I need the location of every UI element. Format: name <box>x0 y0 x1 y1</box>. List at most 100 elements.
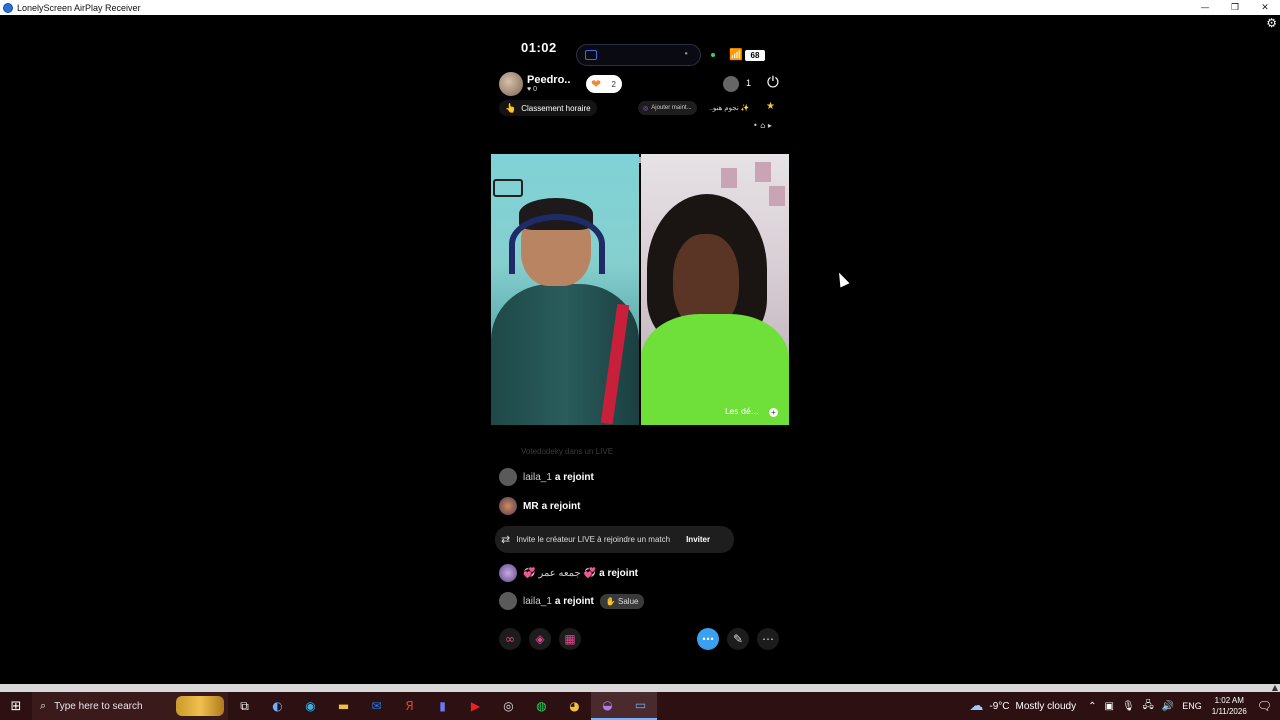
mouse-cursor-icon <box>834 270 850 288</box>
chat-avatar[interactable] <box>499 468 517 486</box>
lonelyscreen-taskbar-icon[interactable]: ▭ <box>624 692 657 720</box>
obs-icon[interactable]: ◎ <box>492 692 525 720</box>
chat-user[interactable]: MR <box>523 501 539 512</box>
more-options-icon[interactable]: ⋯ <box>757 628 779 650</box>
wifi-icon: 📶 <box>729 48 743 61</box>
youtube-icon[interactable]: ▶ <box>459 692 492 720</box>
add-icon: ◎ <box>643 105 649 112</box>
viewer-avatar-icon[interactable] <box>723 76 739 92</box>
match-battle-icon[interactable]: ◈ <box>529 628 551 650</box>
right-feed-label: Les dé... <box>725 407 759 416</box>
home-control-icon[interactable]: • ⌂ ▸ <box>753 121 772 130</box>
chat-text: a rejoint <box>541 500 581 512</box>
invite-button[interactable]: Inviter <box>686 535 710 544</box>
mic-indicator-icon <box>711 53 715 57</box>
taskbar-search-box[interactable]: ⌕ Type here to search <box>32 692 228 720</box>
file-explorer-icon[interactable]: ▬ <box>327 692 360 720</box>
microphone-icon[interactable]: 🎙 <box>1122 701 1135 712</box>
chat-message: laila_1 a rejoint ✋ Salue <box>499 592 645 610</box>
chat-user[interactable]: جمعه عمر <box>538 568 580 579</box>
chart-app-icon[interactable]: ▮ <box>426 692 459 720</box>
host-likes: ♥ 0 <box>527 86 537 93</box>
clock-date: 1/11/2026 <box>1211 707 1247 716</box>
weather-text[interactable]: Mostly cloudy <box>1016 701 1077 712</box>
wall-poster <box>721 168 737 188</box>
close-button[interactable]: ✕ <box>1250 0 1280 15</box>
horizontal-scrollbar[interactable]: ▲ <box>0 683 1280 692</box>
arabic-label-pill[interactable]: ..نجوم هنو ✨ <box>709 101 749 115</box>
live-host-row: Peedro.. ♥ 0 ❤ 2 1 ⏻ <box>499 72 789 98</box>
left-video-feed[interactable] <box>491 154 639 425</box>
gift-counter-button[interactable]: ❤ 2 <box>586 75 622 93</box>
chat-avatar[interactable] <box>499 497 517 515</box>
link-guest-icon[interactable]: ∞ <box>499 628 521 650</box>
wave-icon: ✋ <box>605 596 619 606</box>
apps-grid-icon[interactable]: ▦ <box>559 628 581 650</box>
system-tray: ☁ -9°C Mostly cloudy ⌃ ▣ 🎙 🖧 🔊 ENG 1:02 … <box>969 692 1280 720</box>
chat-text: a rejoint <box>554 595 594 607</box>
task-view-icon[interactable]: ⧉ <box>228 692 261 720</box>
dual-video-stream[interactable]: ‖ Les dé... + <box>491 154 789 425</box>
chrome-icon[interactable]: ◕ <box>558 692 591 720</box>
scroll-up-icon[interactable]: ▲ <box>1272 683 1278 692</box>
window-controls: — ❐ ✕ <box>1190 0 1280 15</box>
copilot-icon[interactable]: ◐ <box>261 692 294 720</box>
chat-user[interactable]: laila_1 <box>523 472 552 483</box>
phone-status-bar: 01:02 ● 📶 68 <box>491 38 789 66</box>
notification-center-icon[interactable]: 🗨 <box>1257 699 1272 713</box>
follow-plus-icon[interactable]: + <box>769 408 778 417</box>
chat-more-icon[interactable]: ⋯ <box>697 628 719 650</box>
battery-indicator: 68 <box>745 50 765 61</box>
outlook-icon[interactable]: ✉ <box>360 692 393 720</box>
hearts-icon: 💞 <box>583 567 597 579</box>
search-highlight-image <box>176 696 224 716</box>
language-indicator[interactable]: ENG <box>1182 701 1202 711</box>
chat-message: laila_1 a rejoint <box>499 468 594 486</box>
clock-time: 1:02 AM <box>1214 696 1244 705</box>
power-icon[interactable]: ⏻ <box>767 73 779 91</box>
network-icon[interactable]: 🖧 <box>1143 698 1154 715</box>
taskbar-clock[interactable]: 1:02 AM 1/11/2026 <box>1212 695 1247 717</box>
screen-mirror-icon <box>585 50 597 60</box>
host-avatar[interactable] <box>499 72 523 96</box>
chat-avatar[interactable] <box>499 564 517 582</box>
heart-gift-icon: ❤ <box>591 77 602 91</box>
salue-button[interactable]: ✋ Salue <box>599 593 645 609</box>
hand-icon: 👆 <box>505 102 517 113</box>
add-label: Ajouter maint... <box>651 105 692 111</box>
weather-temp[interactable]: -9°C <box>989 701 1009 712</box>
chat-message: MR a rejoint <box>499 497 580 515</box>
right-video-feed[interactable] <box>641 154 789 425</box>
restore-button[interactable]: ❐ <box>1220 0 1250 15</box>
discord-icon[interactable]: ◒ <box>591 692 624 720</box>
window-titlebar: LonelyScreen AirPlay Receiver — ❐ ✕ <box>0 0 1280 15</box>
chat-text: a rejoint <box>599 567 639 579</box>
minimize-button[interactable]: — <box>1190 0 1220 15</box>
host-name[interactable]: Peedro.. <box>527 74 570 86</box>
tray-app-icon[interactable]: ▣ <box>1104 701 1113 712</box>
split-divider-icon[interactable]: ‖ <box>633 156 647 166</box>
chat-avatar[interactable] <box>499 592 517 610</box>
hourly-ranking-pill[interactable]: 👆 Classement horaire <box>499 100 597 116</box>
app-icon <box>3 2 13 13</box>
yandex-icon[interactable]: Я <box>393 692 426 720</box>
volume-icon[interactable]: 🔊 <box>1162 701 1174 712</box>
headset <box>509 214 605 274</box>
arabic-label: ..نجوم هنو ✨ <box>709 105 750 112</box>
windows-start-icon[interactable]: ⊞ <box>0 692 32 720</box>
spotify-icon[interactable]: ◍ <box>525 692 558 720</box>
star-icon[interactable]: ★ <box>766 101 775 112</box>
invite-match-banner: ⇄ Invite le créateur LIVE à rejoindre un… <box>495 526 734 553</box>
background-shelf <box>493 179 523 197</box>
magic-wand-icon[interactable]: ✎ <box>727 628 749 650</box>
add-pill[interactable]: ◎ Ajouter maint... <box>638 101 697 115</box>
chat-text: a rejoint <box>554 471 594 483</box>
window-title: LonelyScreen AirPlay Receiver <box>17 2 141 13</box>
chat-user[interactable]: laila_1 <box>523 596 552 607</box>
settings-gear-icon[interactable]: ⚙ <box>1266 16 1277 30</box>
tray-chevron-icon[interactable]: ⌃ <box>1088 701 1096 712</box>
viewer-count[interactable]: 1 <box>746 78 751 88</box>
weather-cloud-icon[interactable]: ☁ <box>969 698 983 714</box>
hearts-icon: 💞 <box>523 567 536 579</box>
edge-icon[interactable]: ◉ <box>294 692 327 720</box>
